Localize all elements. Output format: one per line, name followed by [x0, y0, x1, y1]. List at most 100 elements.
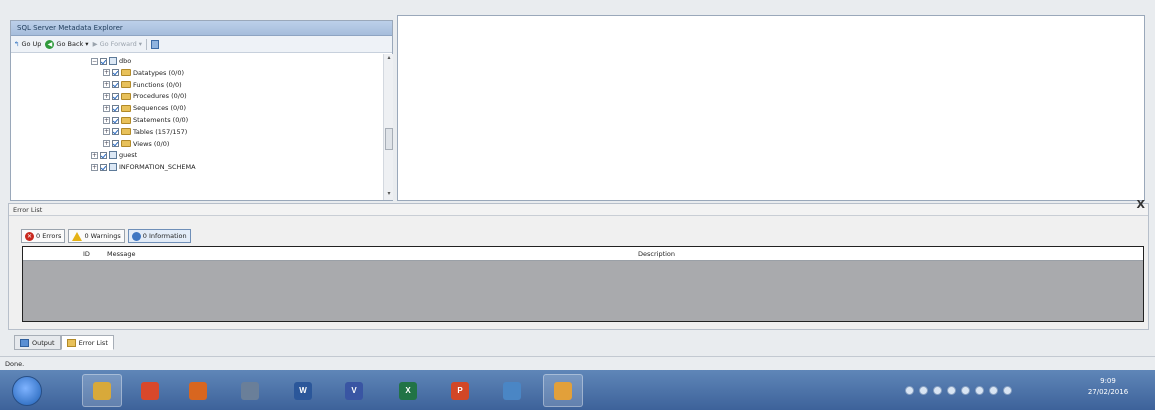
status-bar: Done. [0, 356, 1155, 370]
taskbar-app-excel[interactable]: X [388, 374, 428, 407]
tray-icon[interactable] [905, 385, 914, 395]
tray-icon[interactable] [919, 385, 928, 395]
tree-node[interactable]: + Tables (157/157) [103, 128, 187, 136]
tree-checkbox[interactable] [100, 151, 107, 159]
tree-node-label: Procedures (0/0) [133, 92, 187, 101]
tray-icon[interactable] [961, 385, 970, 395]
chrome-icon [141, 381, 159, 400]
information-filter-button[interactable]: 0 Information [127, 229, 191, 243]
tree-node[interactable]: − dbo [91, 57, 131, 65]
column-header-message[interactable]: Message [107, 250, 136, 258]
system-tray [905, 379, 1075, 401]
clock-time: 9:09 [1100, 377, 1116, 385]
tree-checkbox[interactable] [112, 140, 119, 148]
taskbar-app-visio[interactable]: V [334, 374, 374, 407]
taskbar-app-tool[interactable] [492, 374, 532, 407]
taskbar-app-powerpoint[interactable]: P [440, 374, 480, 407]
folder-icon [121, 92, 131, 100]
schema-icon [109, 151, 117, 160]
powerpoint-icon: P [451, 381, 469, 400]
schema-icon [109, 57, 117, 65]
tree-node-label: dbo [119, 57, 132, 65]
taskbar-app-chrome[interactable] [130, 374, 170, 407]
bottom-tabs: Output Error List [14, 335, 114, 351]
tree-node[interactable]: + Views (0/0) [103, 140, 169, 148]
go-back-label: Go Back [56, 40, 84, 48]
warnings-filter-label: 0 Warnings [84, 232, 121, 240]
tree-node[interactable]: + guest [91, 151, 137, 160]
go-up-icon: ↰ [14, 40, 20, 48]
scroll-down-icon[interactable]: ▾ [384, 190, 394, 199]
tree-checkbox[interactable] [100, 57, 107, 65]
tree-node[interactable]: + Procedures (0/0) [103, 92, 187, 100]
search-icon [241, 381, 259, 400]
column-header-id[interactable]: ID [83, 250, 90, 258]
go-back-button[interactable]: ◀ Go Back ▾ [45, 39, 89, 49]
firefox-icon [189, 381, 207, 400]
expand-icon[interactable]: + [103, 140, 110, 148]
expand-icon[interactable]: + [103, 92, 110, 100]
expand-icon[interactable]: + [91, 151, 98, 159]
tab-error-list-label: Error List [78, 338, 108, 347]
volume-icon[interactable] [1003, 385, 1012, 395]
clock[interactable]: 9:09 27/02/2016 [1078, 376, 1138, 398]
expand-icon[interactable]: + [103, 128, 110, 136]
output-icon [20, 338, 29, 347]
tree-checkbox[interactable] [112, 104, 119, 112]
tree-node[interactable]: + INFORMATION_SCHEMA [91, 163, 196, 172]
errors-filter-button[interactable]: ✕ 0 Errors [21, 229, 66, 243]
error-list-panel: Error List X ✕ 0 Errors 0 Warnings 0 Inf… [8, 198, 1149, 330]
scroll-up-icon[interactable]: ▴ [384, 54, 394, 63]
expand-icon[interactable]: + [103, 104, 110, 112]
tree-checkbox[interactable] [112, 69, 119, 77]
tree-node[interactable]: + Statements (0/0) [103, 116, 188, 124]
go-forward-button[interactable]: ▶ Go Forward ▾ [93, 40, 143, 48]
tab-output-label: Output [32, 338, 55, 347]
column-header-description[interactable]: Description [638, 250, 675, 258]
tray-icon[interactable] [947, 385, 956, 395]
network-icon[interactable] [975, 385, 984, 395]
tree-scrollbar[interactable]: ▴ ▾ [383, 54, 393, 200]
tree-checkbox[interactable] [112, 128, 119, 136]
tree-node[interactable]: + Sequences (0/0) [103, 104, 186, 112]
chevron-down-icon[interactable]: ▾ [139, 40, 142, 48]
metadata-explorer-panel: SQL Server Metadata Explorer ↰ Go Up ◀ G… [10, 20, 393, 201]
taskbar-app-metadata-explorer[interactable] [543, 374, 583, 407]
expand-icon[interactable]: + [91, 163, 98, 171]
taskbar-app-word[interactable]: W [283, 374, 323, 407]
tree-checkbox[interactable] [112, 81, 119, 89]
tray-icon[interactable] [933, 385, 942, 395]
expand-icon[interactable]: + [103, 81, 110, 89]
taskbar-app-explorer[interactable] [82, 374, 122, 407]
tree-node[interactable]: + Datatypes (0/0) [103, 69, 184, 77]
tab-output[interactable]: Output [14, 335, 61, 350]
collapse-icon[interactable]: − [91, 57, 98, 65]
start-button[interactable] [12, 376, 42, 406]
forward-arrow-icon: ▶ [92, 40, 98, 48]
scroll-thumb[interactable] [385, 128, 393, 150]
properties-button[interactable] [151, 39, 160, 49]
tree-node[interactable]: + Functions (0/0) [103, 81, 182, 89]
flag-icon[interactable] [989, 385, 998, 395]
tree-node-label: Views (0/0) [133, 139, 170, 148]
tree-checkbox[interactable] [112, 116, 119, 124]
go-up-label: Go Up [21, 40, 42, 48]
expand-icon[interactable]: + [103, 116, 110, 124]
warnings-filter-button[interactable]: 0 Warnings [68, 229, 125, 243]
tree-checkbox[interactable] [100, 163, 107, 171]
close-icon[interactable]: X [1137, 198, 1145, 211]
chevron-down-icon[interactable]: ▾ [85, 40, 88, 48]
expand-icon[interactable]: + [103, 69, 110, 77]
explorer-title: SQL Server Metadata Explorer [11, 21, 392, 36]
tree-node-label: Sequences (0/0) [133, 104, 187, 113]
taskbar-app-search[interactable] [230, 374, 270, 407]
go-up-button[interactable]: ↰ Go Up [14, 40, 41, 48]
tree-node-label: Datatypes (0/0) [133, 68, 185, 77]
error-list-icon [66, 338, 76, 347]
tool-icon [503, 381, 521, 400]
tree-checkbox[interactable] [112, 92, 119, 100]
tab-error-list[interactable]: Error List [60, 335, 114, 350]
schema-icon [109, 163, 117, 172]
folder-icon [121, 128, 131, 136]
taskbar-app-firefox[interactable] [178, 374, 218, 407]
